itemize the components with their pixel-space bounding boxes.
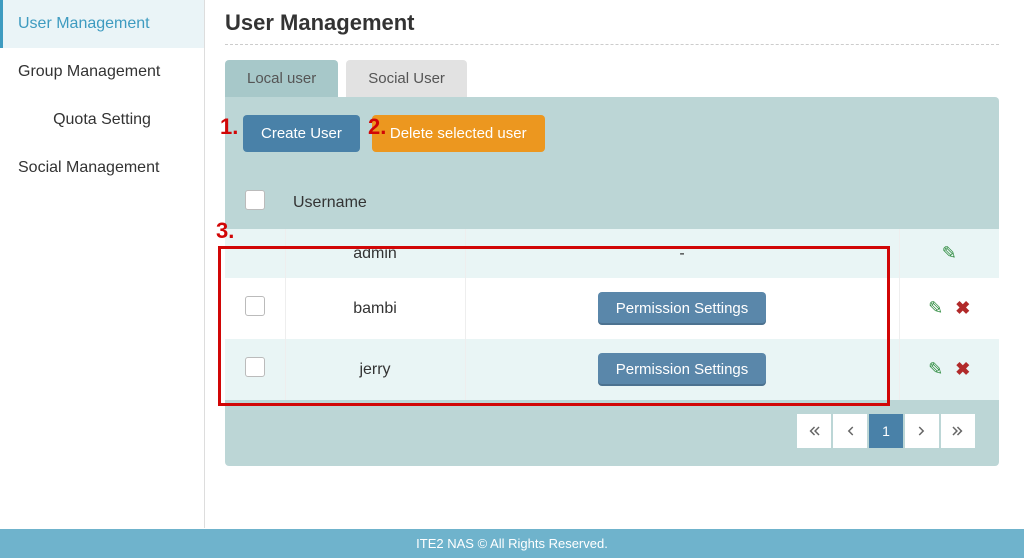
- table-row: jerry Permission Settings ✎ ✖: [225, 339, 999, 400]
- pager-next-button[interactable]: [905, 414, 939, 448]
- chevron-left-icon: [845, 425, 855, 437]
- user-table: Username admin - ✎: [225, 176, 999, 400]
- cell-username: bambi: [285, 278, 465, 339]
- content: User Management Local user Social User C…: [205, 0, 1024, 528]
- pencil-icon[interactable]: ✎: [942, 243, 957, 264]
- chevron-right-icon: [917, 425, 927, 437]
- footer: ITE2 NAS © All Rights Reserved.: [0, 529, 1024, 558]
- tab-social-user[interactable]: Social User: [346, 60, 467, 97]
- cell-username: jerry: [285, 339, 465, 400]
- pager-first-button[interactable]: [797, 414, 831, 448]
- permission-settings-button[interactable]: Permission Settings: [598, 292, 767, 325]
- pager-page-1[interactable]: 1: [869, 414, 903, 448]
- page-title: User Management: [225, 10, 999, 45]
- pager-last-button[interactable]: [941, 414, 975, 448]
- toolbar: Create User Delete selected user: [225, 115, 999, 152]
- cell-username: admin: [285, 229, 465, 278]
- pencil-icon[interactable]: ✎: [928, 359, 943, 380]
- sidebar-item-user-management[interactable]: User Management: [0, 0, 204, 48]
- sidebar-item-quota-setting[interactable]: Quota Setting: [0, 96, 204, 144]
- double-chevron-right-icon: [952, 425, 964, 437]
- column-header-actions: [899, 176, 999, 229]
- permission-settings-button[interactable]: Permission Settings: [598, 353, 767, 386]
- sidebar-item-group-management[interactable]: Group Management: [0, 48, 204, 96]
- delete-selected-user-button[interactable]: Delete selected user: [372, 115, 545, 152]
- pager-prev-button[interactable]: [833, 414, 867, 448]
- create-user-button[interactable]: Create User: [243, 115, 360, 152]
- table-row: admin - ✎: [225, 229, 999, 278]
- pager: 1: [225, 400, 999, 448]
- tabs: Local user Social User: [225, 60, 999, 97]
- cell-permission: -: [465, 229, 899, 278]
- double-chevron-left-icon: [808, 425, 820, 437]
- row-checkbox[interactable]: [245, 357, 265, 377]
- select-all-checkbox[interactable]: [245, 190, 265, 210]
- tab-local-user[interactable]: Local user: [225, 60, 338, 97]
- sidebar: User Management Group Management Quota S…: [0, 0, 205, 528]
- pencil-icon[interactable]: ✎: [928, 298, 943, 319]
- table-row: bambi Permission Settings ✎ ✖: [225, 278, 999, 339]
- column-header-permission: [465, 176, 899, 229]
- delete-icon[interactable]: ✖: [955, 359, 970, 380]
- panel: Create User Delete selected user Usernam…: [225, 97, 999, 466]
- row-checkbox[interactable]: [245, 296, 265, 316]
- delete-icon[interactable]: ✖: [955, 298, 970, 319]
- column-header-username: Username: [285, 176, 465, 229]
- sidebar-item-social-management[interactable]: Social Management: [0, 144, 204, 192]
